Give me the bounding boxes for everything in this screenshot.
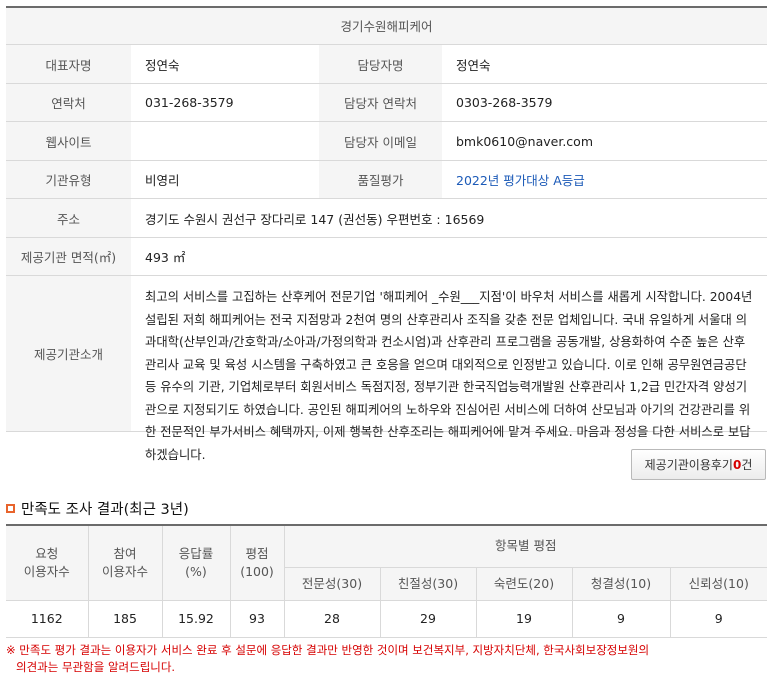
item-scores-header: 항목별 평점 <box>284 525 767 568</box>
manager-value: 정연숙 <box>456 57 491 73</box>
skill-value: 19 <box>476 600 573 638</box>
review-count: 0 <box>732 457 742 472</box>
contact-value: 031-268-3579 <box>145 95 234 110</box>
intro-label: 제공기관소개 <box>6 276 131 431</box>
info-row: 웹사이트 담당자 이메일 bmk0610@naver.com <box>6 122 767 161</box>
kindness-header: 친절성(30) <box>380 567 477 601</box>
score-header: 평점 (100) <box>230 525 285 601</box>
requests-value: 1162 <box>6 600 89 638</box>
address-value: 경기도 수원시 권선구 장다리로 147 (권선동) 우편번호 : 16569 <box>145 211 485 227</box>
area-label: 제공기관 면적(㎡) <box>6 238 131 275</box>
info-row: 대표자명 정연숙 담당자명 정연숙 <box>6 45 767 84</box>
trust-header: 신뢰성(10) <box>670 567 767 601</box>
trust-value: 9 <box>670 600 767 638</box>
manager-contact-label: 담당자 연락처 <box>319 84 442 121</box>
review-button-label: 제공기관이용후기 <box>644 458 733 472</box>
website-value[interactable] <box>131 122 319 160</box>
info-row: 연락처 031-268-3579 담당자 연락처 0303-268-3579 <box>6 84 767 122</box>
info-row: 제공기관 면적(㎡) 493 ㎡ <box>6 238 767 276</box>
org-type-value: 비영리 <box>145 173 180 188</box>
review-button[interactable]: 제공기관이용후기 0 건 <box>631 449 766 480</box>
expertise-value: 28 <box>284 600 381 638</box>
quality-grade-link[interactable]: 2022년 평가대상 A등급 <box>442 161 767 198</box>
intro-text: 최고의 서비스를 고집하는 산후케어 전문기업 '해피케어 _수원___지점'이… <box>145 290 753 462</box>
manager-email-label: 담당자 이메일 <box>319 122 442 160</box>
quality-label: 품질평가 <box>319 161 442 198</box>
cleanliness-value: 9 <box>572 600 671 638</box>
info-row: 기관유형 비영리 품질평가 2022년 평가대상 A등급 <box>6 161 767 199</box>
satisfaction-title: 만족도 조사 결과(최근 3년) <box>21 502 189 518</box>
review-count-suffix: 건 <box>741 458 753 472</box>
skill-header: 숙련도(20) <box>476 567 573 601</box>
website-label: 웹사이트 <box>6 122 131 160</box>
table-row: 1162 185 15.92 93 28 29 19 9 9 <box>6 600 767 638</box>
response-rate-value: 15.92 <box>162 600 231 638</box>
address-label: 주소 <box>6 199 131 237</box>
score-value: 93 <box>230 600 285 638</box>
participants-value: 185 <box>88 600 163 638</box>
kindness-value: 29 <box>380 600 477 638</box>
contact-label: 연락처 <box>6 84 131 121</box>
org-type-label: 기관유형 <box>6 161 131 198</box>
participants-header: 참여 이용자수 <box>88 525 163 601</box>
info-row: 제공기관소개 최고의 서비스를 고집하는 산후케어 전문기업 '해피케어 _수원… <box>6 276 767 462</box>
info-row: 주소 경기도 수원시 권선구 장다리로 147 (권선동) 우편번호 : 165… <box>6 199 767 238</box>
org-info-table: 경기수원해피케어 대표자명 정연숙 담당자명 정연숙 연락처 031-268-3… <box>6 6 767 462</box>
manager-label: 담당자명 <box>319 45 442 83</box>
rep-value: 정연숙 <box>145 57 180 73</box>
note-line-1: ※ 만족도 평가 결과는 이용자가 서비스 완료 후 설문에 응답한 결과만 반… <box>6 643 650 657</box>
area-value: 493 ㎡ <box>145 250 186 265</box>
cleanliness-header: 청결성(10) <box>572 567 671 601</box>
disclaimer-note: ※ 만족도 평가 결과는 이용자가 서비스 완료 후 설문에 응답한 결과만 반… <box>6 642 767 676</box>
response-rate-header: 응답률 (%) <box>162 525 231 601</box>
org-title: 경기수원해피케어 <box>6 8 767 45</box>
square-bullet-icon <box>6 504 15 513</box>
rep-label: 대표자명 <box>6 45 131 83</box>
requests-header: 요청 이용자수 <box>6 525 89 601</box>
expertise-header: 전문성(30) <box>284 567 381 601</box>
manager-email-value: bmk0610@naver.com <box>456 133 593 149</box>
satisfaction-heading: 만족도 조사 결과(최근 3년) <box>6 498 189 519</box>
manager-contact-value: 0303-268-3579 <box>456 95 553 110</box>
satisfaction-table: 요청 이용자수 참여 이용자수 응답률 (%) 평점 (100) 항목별 평점 전문성(… <box>6 524 767 638</box>
note-line-2: 의견과는 무관함을 알려드립니다. <box>16 660 176 674</box>
